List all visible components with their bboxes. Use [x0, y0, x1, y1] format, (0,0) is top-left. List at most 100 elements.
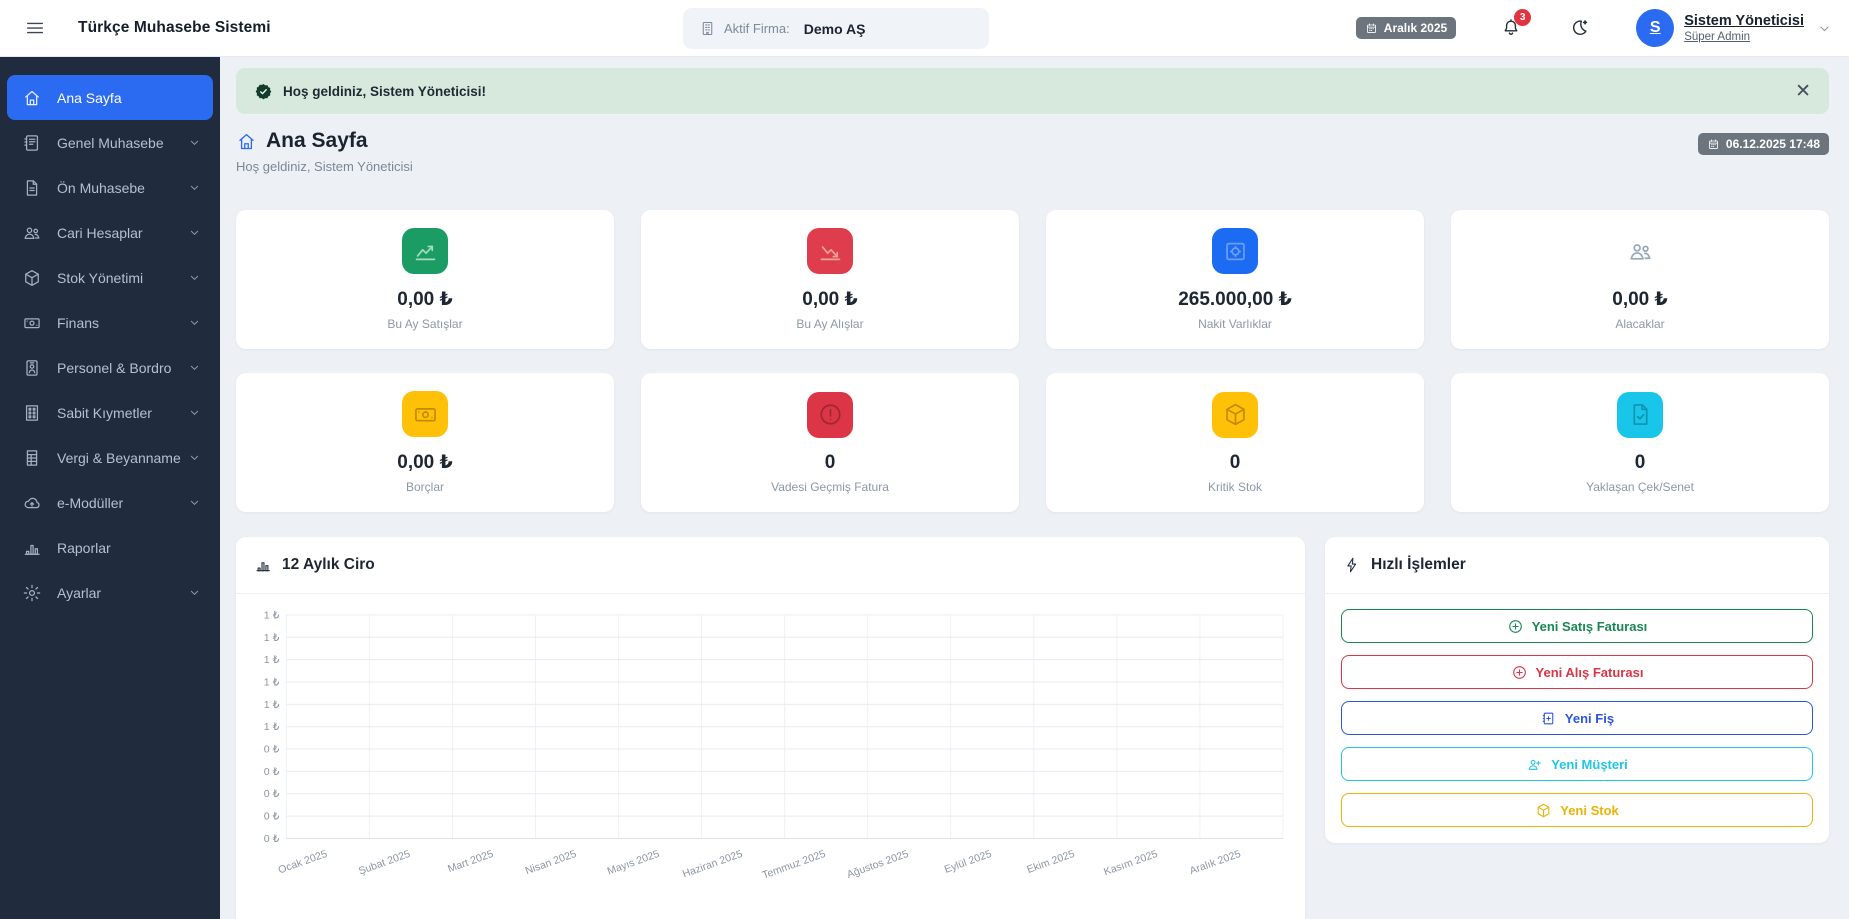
- active-company-name: Demo AŞ: [803, 20, 866, 37]
- stat-value: 0: [824, 451, 836, 473]
- sidebar-item-genel-muhasebe[interactable]: Genel Muhasebe: [7, 120, 213, 165]
- svg-text:Temmuz 2025: Temmuz 2025: [761, 848, 828, 882]
- app-header: Türkçe Muhasebe Sistemi Aktif Firma: Dem…: [0, 0, 1849, 57]
- sidebar-item-finans[interactable]: Finans: [7, 300, 213, 345]
- stat-icon-tile: [807, 391, 853, 438]
- gear-icon: [22, 583, 42, 603]
- file-check-icon: [1627, 401, 1654, 428]
- page-title: Ana Sayfa: [266, 129, 368, 152]
- plus-circle-icon: [1511, 664, 1528, 681]
- svg-text:0 ₺: 0 ₺: [264, 788, 280, 800]
- page-subtitle: Hoş geldiniz, Sistem Yöneticisi: [236, 159, 413, 174]
- sidebar-item-n-muhasebe[interactable]: Ön Muhasebe: [7, 165, 213, 210]
- file-ruled-icon: [22, 448, 42, 468]
- stat-label: Kritik Stok: [1207, 479, 1262, 494]
- bolt-icon: [1343, 556, 1361, 574]
- user-role: Süper Admin: [1684, 30, 1751, 43]
- stat-icon-tile: [1617, 391, 1663, 438]
- stat-card-kritik-stok: 0 Kritik Stok: [1046, 373, 1424, 512]
- svg-text:Mart 2025: Mart 2025: [446, 848, 495, 875]
- quick-actions-panel: Hızlı İşlemler Yeni Satış Faturası Yeni …: [1325, 537, 1829, 843]
- period-badge: Aralık 2025: [1355, 17, 1457, 39]
- alert-message: Hoş geldiniz, Sistem Yöneticisi!: [283, 83, 487, 99]
- quick-action-yeni-al-faturas[interactable]: Yeni Alış Faturası: [1341, 655, 1813, 689]
- people-icon: [1627, 238, 1654, 265]
- stat-card-yakla-an-ek-senet: 0 Yaklaşan Çek/Senet: [1451, 373, 1829, 512]
- quick-action-yeni-sat-faturas[interactable]: Yeni Satış Faturası: [1341, 609, 1813, 643]
- stat-label: Vadesi Geçmiş Fatura: [771, 479, 889, 494]
- active-company-selector[interactable]: Aktif Firma: Demo AŞ: [683, 8, 989, 49]
- graph-down-icon: [817, 238, 844, 265]
- avatar: S: [1636, 9, 1675, 47]
- bar-chart-icon: [254, 556, 272, 574]
- notifications-button[interactable]: 3: [1500, 9, 1532, 39]
- stat-icon-tile: [1212, 391, 1258, 438]
- notification-count-badge: 3: [1514, 9, 1532, 26]
- quick-action-yeni-fi[interactable]: Yeni Fiş: [1341, 701, 1813, 735]
- box-icon: [1222, 401, 1249, 428]
- svg-text:1 ₺: 1 ₺: [264, 677, 280, 689]
- sidebar-item-personel-bordro[interactable]: Personel & Bordro: [7, 345, 213, 390]
- page-title-row: Ana Sayfa: [236, 129, 413, 153]
- user-info: Sistem Yöneticisi Süper Admin: [1684, 13, 1804, 43]
- active-company-label: Aktif Firma:: [724, 21, 790, 36]
- menu-icon: [24, 17, 46, 39]
- sidebar-item-vergi-beyanname[interactable]: Vergi & Beyanname: [7, 435, 213, 480]
- bar-chart-icon: [22, 538, 42, 558]
- svg-text:0 ₺: 0 ₺: [264, 833, 280, 845]
- svg-text:1 ₺: 1 ₺: [264, 699, 280, 711]
- stat-value: 0,00 ₺: [802, 289, 858, 310]
- sidebar-item-cari-hesaplar[interactable]: Cari Hesaplar: [7, 210, 213, 255]
- svg-text:0 ₺: 0 ₺: [264, 744, 280, 756]
- stat-icon-tile: [402, 228, 448, 274]
- sidebar-item-sabit-k-ymetler[interactable]: Sabit Kıymetler: [7, 390, 213, 435]
- sidebar-item-ayarlar[interactable]: Ayarlar: [7, 570, 213, 615]
- quick-action-yeni-stok[interactable]: Yeni Stok: [1341, 793, 1813, 827]
- graph-up-icon: [412, 238, 439, 265]
- sidebar-item-raporlar[interactable]: Raporlar: [7, 525, 213, 570]
- svg-text:Kasım 2025: Kasım 2025: [1102, 848, 1159, 878]
- stat-icon-tile: [402, 391, 448, 437]
- svg-text:Aralık 2025: Aralık 2025: [1188, 848, 1243, 877]
- period-label: Aralık 2025: [1383, 21, 1448, 35]
- sidebar-item-e-mod-ller[interactable]: e-Modüller: [7, 480, 213, 525]
- quick-actions-header: Hızlı İşlemler: [1325, 537, 1829, 594]
- stat-card-bu-ay-sat-lar: 0,00 ₺ Bu Ay Satışlar: [236, 210, 614, 349]
- journal-plus-icon: [1540, 710, 1557, 727]
- svg-text:1 ₺: 1 ₺: [264, 721, 280, 733]
- svg-text:Şubat 2025: Şubat 2025: [357, 848, 412, 877]
- stat-label: Yaklaşan Çek/Senet: [1586, 479, 1694, 494]
- check-seal-icon: [254, 82, 273, 101]
- svg-text:1 ₺: 1 ₺: [264, 654, 280, 666]
- stat-label: Bu Ay Satışlar: [387, 317, 463, 331]
- menu-button[interactable]: [22, 15, 48, 41]
- stat-value: 0,00 ₺: [1612, 289, 1668, 310]
- datetime-label: 06.12.2025 17:48: [1725, 137, 1820, 151]
- close-icon[interactable]: ✕: [1795, 82, 1811, 101]
- stat-label: Borçlar: [405, 480, 444, 494]
- stat-value: 0: [1229, 451, 1241, 473]
- chevron-down-icon: [187, 270, 202, 285]
- stat-card-alacaklar: 0,00 ₺ Alacaklar: [1451, 210, 1829, 349]
- home-icon: [22, 88, 42, 108]
- chevron-down-icon: [187, 180, 202, 195]
- header-actions: Aralık 2025 3 S Sistem Yöneticisi Süper …: [1355, 9, 1833, 47]
- dark-mode-toggle[interactable]: [1568, 17, 1590, 39]
- sidebar-item-ana-sayfa[interactable]: Ana Sayfa: [7, 75, 213, 120]
- stat-label: Alacaklar: [1615, 317, 1665, 331]
- user-menu[interactable]: S Sistem Yöneticisi Süper Admin: [1636, 9, 1833, 47]
- revenue-chart-panel: 12 Aylık Ciro 1 ₺ 1 ₺ 1 ₺ 1 ₺ 1 ₺ 1 ₺ 0 ₺ 0 ₺ 0 …: [236, 537, 1305, 919]
- cash-icon: [22, 313, 42, 333]
- person-plus-icon: [1526, 756, 1543, 773]
- chevron-down-icon: [187, 495, 202, 510]
- quick-action-yeni-m-teri[interactable]: Yeni Müşteri: [1341, 747, 1813, 781]
- cash-icon: [412, 401, 439, 428]
- svg-text:1 ₺: 1 ₺: [264, 609, 280, 621]
- sidebar-item-stok-y-netimi[interactable]: Stok Yönetimi: [7, 255, 213, 300]
- stat-icon-tile: [807, 228, 853, 274]
- exclamation-circle-icon: [817, 401, 844, 428]
- chart-body: 1 ₺ 1 ₺ 1 ₺ 1 ₺ 1 ₺ 1 ₺ 0 ₺ 0 ₺ 0 ₺ 0 ₺ 0 ₺ Ocak 20…: [236, 594, 1305, 906]
- chevron-down-icon: [187, 315, 202, 330]
- svg-text:Ocak 2025: Ocak 2025: [277, 848, 329, 876]
- box-icon: [22, 268, 42, 288]
